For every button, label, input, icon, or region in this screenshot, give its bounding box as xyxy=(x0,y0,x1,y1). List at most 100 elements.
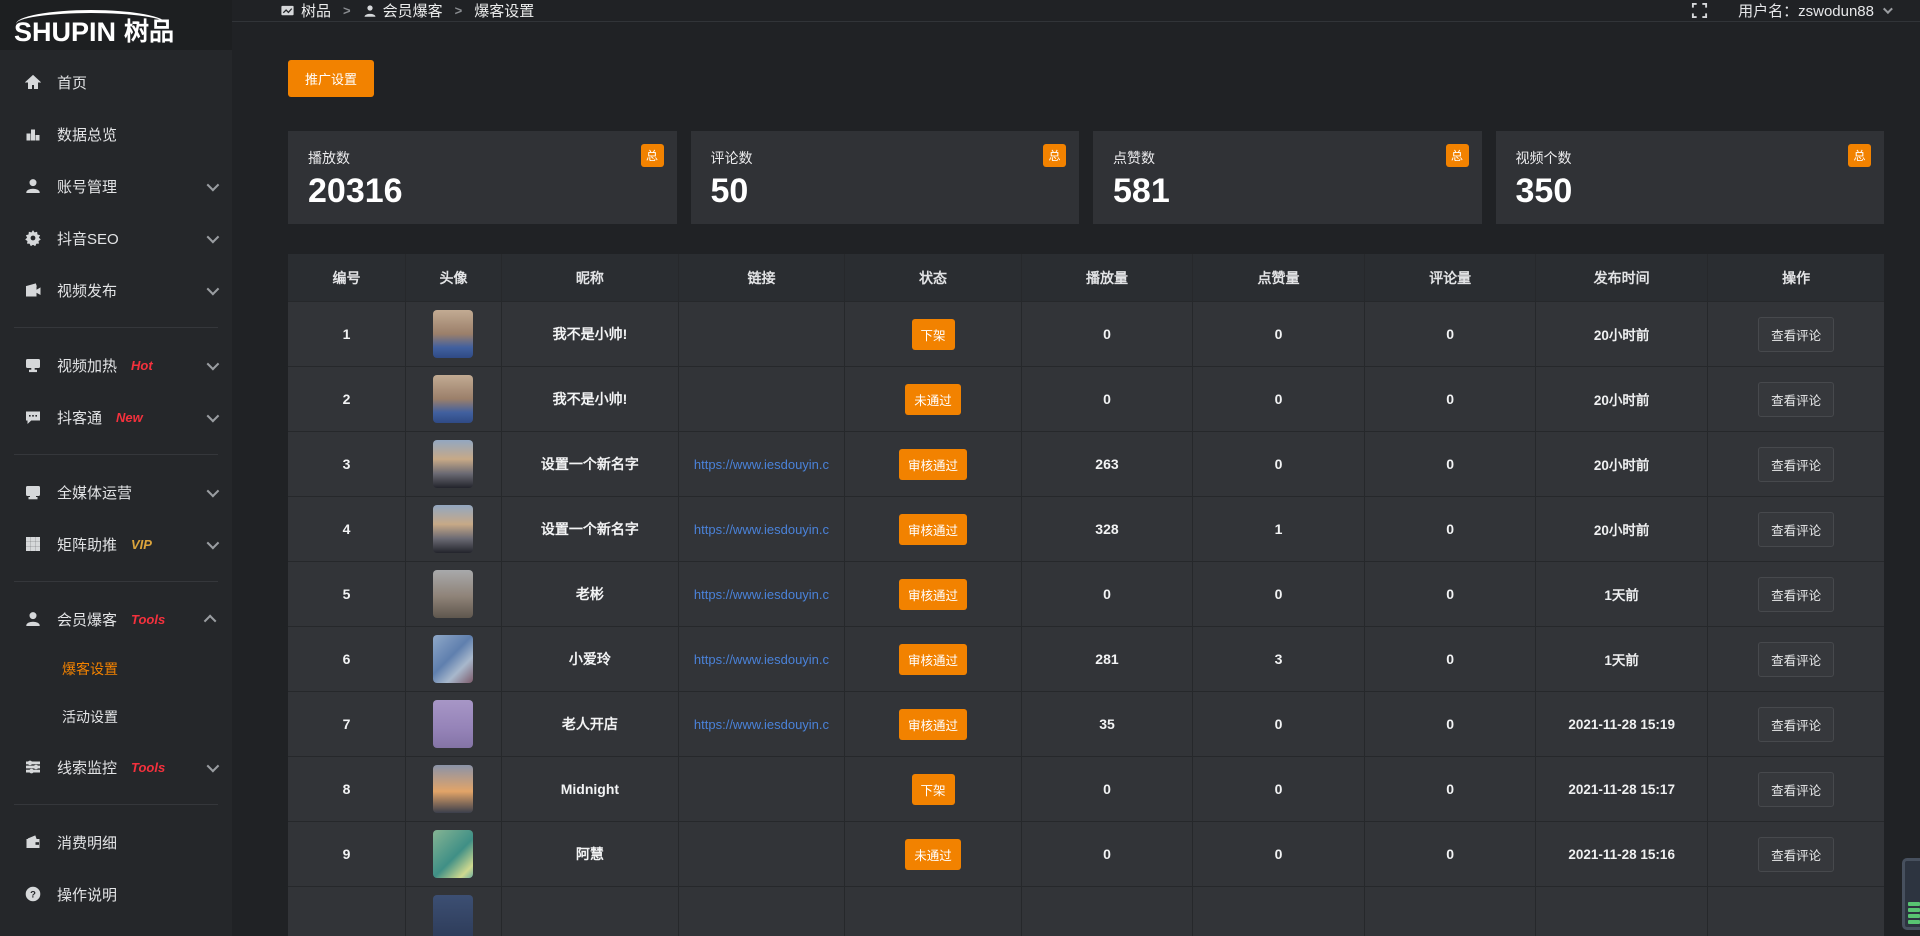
status-badge: 未通过 xyxy=(905,839,961,870)
sidebar-subitem-activity-settings[interactable]: 活动设置 xyxy=(0,693,232,741)
brand-logo: SHUPIN 树品 xyxy=(0,0,232,50)
sidebar-item-operation-guide[interactable]: ? 操作说明 xyxy=(0,868,232,920)
stat-cards: 播放数 20316 总 评论数 50 总 点赞数 581 总 视频个数 350 xyxy=(288,131,1884,224)
monitor-icon xyxy=(24,483,42,501)
sidebar-item-video-heating[interactable]: 视频加热 Hot xyxy=(0,339,232,391)
wallet-icon xyxy=(24,833,42,851)
plays-cell xyxy=(1022,887,1193,936)
sidebar-item-media-operation[interactable]: 全媒体运营 xyxy=(0,466,232,518)
sidebar-item-consumption-detail[interactable]: 消费明细 xyxy=(0,816,232,868)
table-header-row: 编号 头像 昵称 链接 状态 播放量 点赞量 评论量 发布时间 操作 xyxy=(288,254,1884,301)
sidebar-item-member-baoke[interactable]: 会员爆客 Tools xyxy=(0,593,232,645)
status-cell: 审核通过 xyxy=(845,627,1022,691)
status-cell: 下架 xyxy=(845,757,1022,821)
action-cell: 查看评论 xyxy=(1708,367,1884,431)
total-badge: 总 xyxy=(1446,144,1469,167)
likes-cell xyxy=(1193,887,1365,936)
table-row: 7 老人开店 https://www.iesdouyin.c 审核通过 35 0… xyxy=(288,691,1884,756)
publish-time-cell: 1天前 xyxy=(1536,627,1708,691)
fullscreen-icon[interactable] xyxy=(1691,2,1708,19)
avatar xyxy=(433,310,473,358)
avatar-cell xyxy=(406,497,502,561)
link-cell xyxy=(679,887,845,936)
video-icon xyxy=(24,281,42,299)
sidebar-item-video-publish[interactable]: 视频发布 xyxy=(0,264,232,316)
view-comments-button[interactable]: 查看评论 xyxy=(1758,577,1834,612)
total-badge: 总 xyxy=(1043,144,1066,167)
video-link[interactable]: https://www.iesdouyin.c xyxy=(694,652,829,667)
column-header: 链接 xyxy=(679,254,845,301)
column-header: 播放量 xyxy=(1022,254,1193,301)
table-row: 6 小爱玲 https://www.iesdouyin.c 审核通过 281 3… xyxy=(288,626,1884,691)
user-menu[interactable]: 用户名：zswodun88 xyxy=(1738,0,1890,21)
avatar-cell xyxy=(406,692,502,756)
video-link[interactable]: https://www.iesdouyin.c xyxy=(694,717,829,732)
video-link[interactable]: https://www.iesdouyin.c xyxy=(694,522,829,537)
view-comments-button[interactable]: 查看评论 xyxy=(1758,837,1834,872)
nickname-cell: 设置一个新名字 xyxy=(502,432,679,496)
nickname-cell: 我不是小帅! xyxy=(502,302,679,366)
plays-cell: 0 xyxy=(1022,562,1193,626)
likes-cell: 0 xyxy=(1193,692,1365,756)
gear-icon xyxy=(24,229,42,247)
link-cell xyxy=(679,757,845,821)
status-cell: 未通过 xyxy=(845,367,1022,431)
likes-cell: 3 xyxy=(1193,627,1365,691)
breadcrumb-item-member-baoke[interactable]: 会员爆客 xyxy=(363,0,443,21)
row-number: 2 xyxy=(288,367,406,431)
breadcrumb: 树品 > 会员爆客 > 爆客设置 xyxy=(280,0,534,21)
hot-tag: Hot xyxy=(131,358,153,373)
status-badge: 审核通过 xyxy=(899,514,967,545)
nickname-cell: 老彬 xyxy=(502,562,679,626)
comments-cell: 0 xyxy=(1365,692,1536,756)
chevron-down-icon xyxy=(207,409,220,422)
bar-chart-icon xyxy=(24,125,42,143)
link-cell: https://www.iesdouyin.c xyxy=(679,562,845,626)
sidebar-item-matrix-boost[interactable]: 矩阵助推 VIP xyxy=(0,518,232,570)
action-cell: 查看评论 xyxy=(1708,302,1884,366)
status-badge: 审核通过 xyxy=(899,709,967,740)
nickname-cell: 设置一个新名字 xyxy=(502,497,679,561)
sidebar-item-douketong[interactable]: 抖客通 New xyxy=(0,391,232,443)
sidebar-item-label: 视频发布 xyxy=(57,280,117,301)
view-comments-button[interactable]: 查看评论 xyxy=(1758,642,1834,677)
row-number: 9 xyxy=(288,822,406,886)
avatar-cell xyxy=(406,562,502,626)
sidebar-subitem-baoke-settings[interactable]: 爆客设置 xyxy=(0,645,232,693)
chevron-down-icon xyxy=(207,536,220,549)
stat-card-label: 视频个数 xyxy=(1516,148,1865,168)
status-badge: 下架 xyxy=(912,319,955,350)
promo-settings-button[interactable]: 推广设置 xyxy=(288,60,374,97)
likes-cell: 0 xyxy=(1193,302,1365,366)
sidebar-item-home[interactable]: 首页 xyxy=(0,56,232,108)
action-cell: 查看评论 xyxy=(1708,757,1884,821)
video-link[interactable]: https://www.iesdouyin.c xyxy=(694,587,829,602)
plays-cell: 35 xyxy=(1022,692,1193,756)
sidebar-item-douyin-seo[interactable]: 抖音SEO xyxy=(0,212,232,264)
sidebar-item-label: 会员爆客 xyxy=(57,609,117,630)
sidebar-item-clue-monitor[interactable]: 线索监控 Tools xyxy=(0,741,232,793)
view-comments-button[interactable]: 查看评论 xyxy=(1758,447,1834,482)
sidebar-item-account-management[interactable]: 账号管理 xyxy=(0,160,232,212)
sidebar-item-data-overview[interactable]: 数据总览 xyxy=(0,108,232,160)
likes-cell: 0 xyxy=(1193,822,1365,886)
view-comments-button[interactable]: 查看评论 xyxy=(1758,772,1834,807)
videos-table: 编号 头像 昵称 链接 状态 播放量 点赞量 评论量 发布时间 操作 1 我不是… xyxy=(288,254,1884,936)
chevron-down-icon xyxy=(1883,4,1893,14)
floating-widget[interactable] xyxy=(1902,858,1920,930)
video-link[interactable]: https://www.iesdouyin.c xyxy=(694,457,829,472)
view-comments-button[interactable]: 查看评论 xyxy=(1758,382,1834,417)
view-comments-button[interactable]: 查看评论 xyxy=(1758,512,1834,547)
table-body: 1 我不是小帅! 下架 0 0 0 20小时前 查看评论 2 我不是小帅! 未通… xyxy=(288,301,1884,936)
chevron-up-icon xyxy=(204,614,217,627)
breadcrumb-item-brand[interactable]: 树品 xyxy=(280,0,331,21)
column-header: 头像 xyxy=(406,254,502,301)
sidebar-item-label: 消费明细 xyxy=(57,832,117,853)
view-comments-button[interactable]: 查看评论 xyxy=(1758,707,1834,742)
avatar-cell xyxy=(406,432,502,496)
nickname-cell: 我不是小帅! xyxy=(502,367,679,431)
view-comments-button[interactable]: 查看评论 xyxy=(1758,317,1834,352)
publish-time-cell: 20小时前 xyxy=(1536,497,1708,561)
stat-card-likes: 点赞数 581 总 xyxy=(1093,131,1482,224)
chat-icon xyxy=(24,408,42,426)
